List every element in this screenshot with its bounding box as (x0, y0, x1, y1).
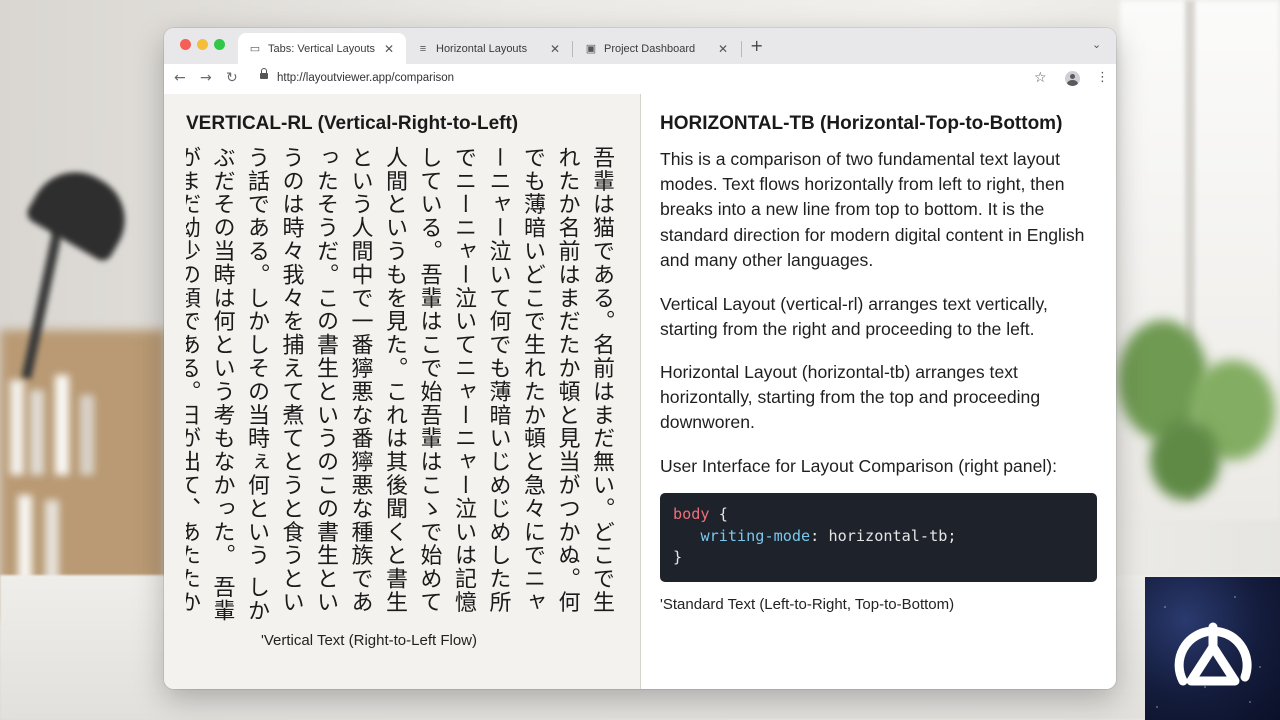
paragraph-intro: This is a comparison of two fundamental … (660, 149, 1085, 270)
close-icon[interactable]: ✕ (382, 42, 396, 56)
background-book (55, 375, 69, 475)
tab-project-dashboard[interactable]: ▣ Project Dashboard ✕ (574, 33, 740, 64)
code-open-brace: { (718, 505, 728, 523)
code-value: horizontal-tb; (828, 526, 957, 545)
code-line-3: } (673, 547, 1084, 569)
vertical-text-body: 吾輩は猫である。名前はまだ無い。どこで生れたか名前はまだたか頓と見当がつかぬ。何… (186, 146, 614, 623)
paragraph-ui-label: User Interface for Layout Comparison (ri… (660, 456, 1058, 476)
background-book (10, 380, 24, 475)
profile-avatar-icon[interactable] (1065, 71, 1080, 86)
background-book (30, 390, 44, 475)
code-selector: body (673, 505, 710, 523)
tab-label: Horizontal Layouts (436, 42, 528, 55)
paragraph-vertical-description: Vertical Layout (vertical-rl) arranges t… (660, 294, 1048, 340)
minimize-window-button[interactable] (197, 39, 208, 50)
chevron-down-icon[interactable]: ⌄ (1092, 38, 1101, 51)
vertical-panel-title: VERTICAL-RL (Vertical-Right-to-Left) (186, 113, 519, 134)
bookmark-star-icon[interactable]: ☆ (1034, 70, 1047, 86)
lock-icon (260, 68, 268, 81)
code-colon: : (810, 526, 820, 545)
code-property: writing-mode (700, 526, 811, 545)
paragraph-horizontal-description: Horizontal Layout (horizontal-tb) arrang… (660, 362, 1041, 433)
horizontal-panel-title: HORIZONTAL-TB (Horizontal-Top-to-Bottom) (660, 113, 1063, 134)
close-icon[interactable]: ✕ (716, 42, 730, 56)
code-line-1: body { (673, 504, 1084, 526)
address-bar[interactable]: http://layoutviewer.app/comparison (277, 72, 454, 84)
tab-bar: ▭ Tabs: Vertical Layouts ✕ ≡ Horizontal … (164, 28, 1116, 64)
vertical-panel-caption: 'Vertical Text (Right-to-Left Flow) (261, 632, 477, 649)
tab-label: Project Dashboard (604, 42, 696, 55)
reload-button[interactable]: ↻ (226, 70, 238, 86)
code-block: body { writing-mode: horizontal-tb; } (660, 493, 1097, 582)
vertical-layout-panel: VERTICAL-RL (Vertical-Right-to-Left) 吾輩は… (164, 94, 641, 689)
tab-vertical-layouts[interactable]: ▭ Tabs: Vertical Layouts ✕ (238, 33, 406, 64)
background-book (45, 500, 59, 585)
code-line-2: writing-mode: horizontal-tb; (673, 526, 1084, 548)
browser-window: ▭ Tabs: Vertical Layouts ✕ ≡ Horizontal … (164, 28, 1116, 689)
background-plant (1150, 420, 1220, 500)
new-tab-button[interactable]: + (750, 36, 763, 55)
code-close-brace: } (673, 548, 683, 566)
close-window-button[interactable] (180, 39, 191, 50)
app-logo-icon (1174, 622, 1252, 686)
horizontal-layout-panel: HORIZONTAL-TB (Horizontal-Top-to-Bottom)… (641, 94, 1116, 689)
close-icon[interactable]: ✕ (548, 42, 562, 56)
brand-badge (1145, 577, 1280, 720)
forward-button[interactable]: → (200, 70, 212, 86)
back-button[interactable]: ← (174, 70, 186, 86)
tab-label: Tabs: Vertical Layouts (268, 42, 376, 55)
folder-icon: ▭ (249, 43, 261, 55)
address-toolbar: ← → ↻ http://layoutviewer.app/comparison… (164, 64, 1116, 95)
dashboard-icon: ▣ (585, 43, 597, 55)
tab-separator (572, 41, 573, 57)
maximize-window-button[interactable] (214, 39, 225, 50)
horizontal-panel-caption: 'Standard Text (Left-to-Right, Top-to-Bo… (660, 596, 955, 613)
background-book (18, 495, 32, 585)
tab-horizontal-layouts[interactable]: ≡ Horizontal Layouts ✕ (406, 33, 572, 64)
tab-separator (741, 41, 742, 57)
menu-icon[interactable]: ⋮ (1096, 70, 1109, 85)
background-book (80, 395, 94, 475)
lines-icon: ≡ (419, 42, 427, 55)
